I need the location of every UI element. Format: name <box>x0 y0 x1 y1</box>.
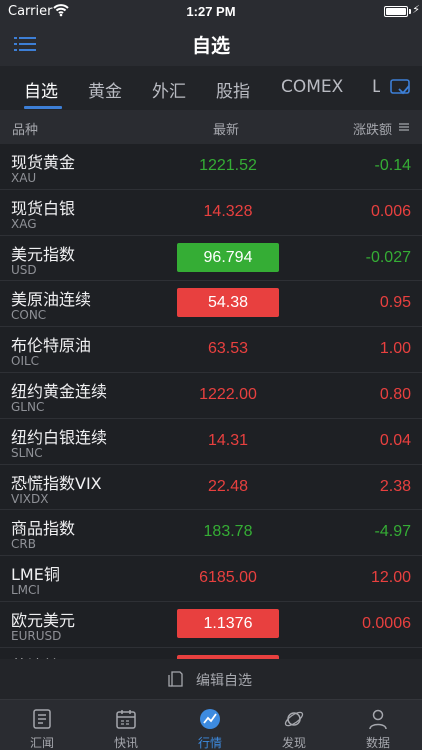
tab-stock-index[interactable]: 股指 <box>216 77 250 102</box>
discover-planet-icon <box>284 711 304 727</box>
instrument-code: LMCI <box>11 583 40 598</box>
instrument-name: 现货黄金 <box>11 153 76 172</box>
price-change: 1.00 <box>379 340 411 358</box>
table-row[interactable]: 纽约黄金连续 GLNC 1222.00 0.80 <box>0 373 422 419</box>
tab-discover[interactable]: 发现 <box>252 700 336 750</box>
instrument-code: XAG <box>11 216 37 231</box>
tab-gold[interactable]: 黄金 <box>88 77 122 102</box>
sort-toggle-icon[interactable] <box>398 121 410 137</box>
latest-price: 96.794 <box>177 242 279 272</box>
latest-price: 22.48 <box>207 477 249 495</box>
latest-price: 1222.00 <box>199 386 257 403</box>
edit-watchlist-label: 编辑自选 <box>196 673 252 689</box>
latest-price: 14.31 <box>207 431 249 449</box>
instrument-name: 布伦特原油 <box>11 336 92 356</box>
latest-price: 1221.52 <box>199 157 257 174</box>
instrument-name: 恐慌指数VIX <box>11 473 102 493</box>
latest-price: 63.53 <box>207 340 249 358</box>
price-change: 12.00 <box>370 569 411 587</box>
table-row[interactable]: 纽约白银连续 SLNC 14.31 0.04 <box>0 419 422 465</box>
calendar-icon <box>116 710 136 729</box>
instrument-name: LME铜 <box>11 565 60 585</box>
battery-tip <box>409 9 411 14</box>
more-tabs-button[interactable] <box>380 66 422 110</box>
price-change: -4.97 <box>374 523 411 541</box>
table-row[interactable]: 欧元美元 EURUSD 1.1376 0.0006 <box>0 602 422 648</box>
news-doc-icon <box>33 709 51 729</box>
table-row[interactable]: 美原油连续 CONC 54.38 0.95 <box>0 281 422 328</box>
tab-news[interactable]: 汇闻 <box>0 700 84 750</box>
tab-market-label: 行情 <box>197 736 222 750</box>
latest-price: 54.38 <box>177 288 279 318</box>
tab-news-label: 汇闻 <box>29 736 54 750</box>
price-change: -0.14 <box>374 157 411 174</box>
instrument-code: USD <box>11 262 37 277</box>
instrument-name: 美元指数 <box>11 244 76 264</box>
instrument-name: 纽约白银连续 <box>11 427 108 447</box>
instrument-code: EURUSD <box>11 629 62 643</box>
table-row[interactable]: 英镑美元GBPUSD <box>0 648 422 659</box>
instrument-name: 现货白银 <box>11 198 76 218</box>
person-icon <box>369 709 387 730</box>
tab-sort-icon <box>390 79 410 95</box>
column-name-header: 品种 <box>12 123 39 138</box>
price-change: 0.006 <box>370 202 411 220</box>
status-time: 1:27 PM <box>186 4 236 19</box>
instrument-code: XAU <box>11 171 37 185</box>
instrument-code: CONC <box>11 308 47 323</box>
bottom-tab-bar: 汇闻 快讯 行情 发现 数据 <box>0 699 422 750</box>
table-row[interactable]: 现货黄金 XAU 1221.52 -0.14 <box>0 144 422 190</box>
instrument-code: SLNC <box>11 445 43 460</box>
table-row[interactable]: 现货白银 XAG 14.328 0.006 <box>0 190 422 236</box>
instrument-name: 美原油连续 <box>11 290 92 310</box>
tab-market[interactable]: 行情 <box>168 700 252 750</box>
price-change: 2.38 <box>379 477 411 495</box>
tab-comex[interactable]: COMEX <box>281 77 343 97</box>
tab-watchlist[interactable]: 自选 <box>24 77 58 102</box>
column-change-header[interactable]: 涨跌额 <box>353 119 392 138</box>
quote-list: 现货黄金 XAU 1221.52 -0.14 现货白银 XAG 14.328 0.006 美元指… <box>0 144 422 659</box>
charging-icon: ⚡ <box>412 3 420 16</box>
price-change: 0.0006 <box>362 615 411 632</box>
price-change: -0.027 <box>365 248 411 266</box>
category-tabs: 自选 黄金 外汇 股指 COMEX L <box>0 66 422 110</box>
table-row[interactable]: 商品指数 CRB 183.78 -4.97 <box>0 510 422 557</box>
tab-data-label: 数据 <box>365 736 390 750</box>
status-bar: Carrier 1:27 PM ⚡ <box>0 0 422 22</box>
page-title: 自选 <box>191 35 230 57</box>
battery-icon <box>384 6 408 17</box>
table-row[interactable]: 布伦特原油 OILC 63.53 1.00 <box>0 327 422 373</box>
tab-flash-label: 快讯 <box>113 736 138 750</box>
tab-flash[interactable]: 快讯 <box>84 700 168 750</box>
price-change: 0.80 <box>379 386 411 403</box>
tab-data[interactable]: 数据 <box>336 700 420 750</box>
price-change: 0.95 <box>379 294 411 312</box>
latest-price: 14.328 <box>203 202 253 220</box>
column-latest-header: 最新 <box>213 123 240 138</box>
latest-price: 183.78 <box>203 523 253 541</box>
price-change: 0.04 <box>379 431 411 449</box>
nav-bar: 自选 <box>0 22 422 66</box>
tab-forex[interactable]: 外汇 <box>152 77 186 102</box>
edit-icon <box>168 670 184 692</box>
instrument-code: GLNC <box>11 400 45 414</box>
instrument-code: CRB <box>11 537 36 552</box>
instrument-code: OILC <box>11 354 40 369</box>
instrument-name: 纽约黄金连续 <box>11 382 108 401</box>
instrument-name: 欧元美元 <box>11 611 76 630</box>
instrument-code: VIXDX <box>11 491 49 506</box>
tab-discover-label: 发现 <box>281 736 306 750</box>
table-row[interactable]: LME铜 LMCI 6185.00 12.00 <box>0 556 422 602</box>
instrument-name: 商品指数 <box>11 519 76 539</box>
market-chart-icon <box>200 709 220 729</box>
table-row[interactable]: 美元指数 USD 96.794 -0.027 <box>0 236 422 282</box>
table-row[interactable]: 恐慌指数VIX VIXDX 22.48 2.38 <box>0 465 422 511</box>
latest-price: 6185.00 <box>199 569 257 587</box>
active-tab-indicator <box>24 106 62 109</box>
column-header: 品种 最新 涨跌额 <box>0 110 422 144</box>
latest-price: 1.1376 <box>177 609 279 638</box>
edit-watchlist-bar[interactable]: 编辑自选 <box>0 659 422 699</box>
